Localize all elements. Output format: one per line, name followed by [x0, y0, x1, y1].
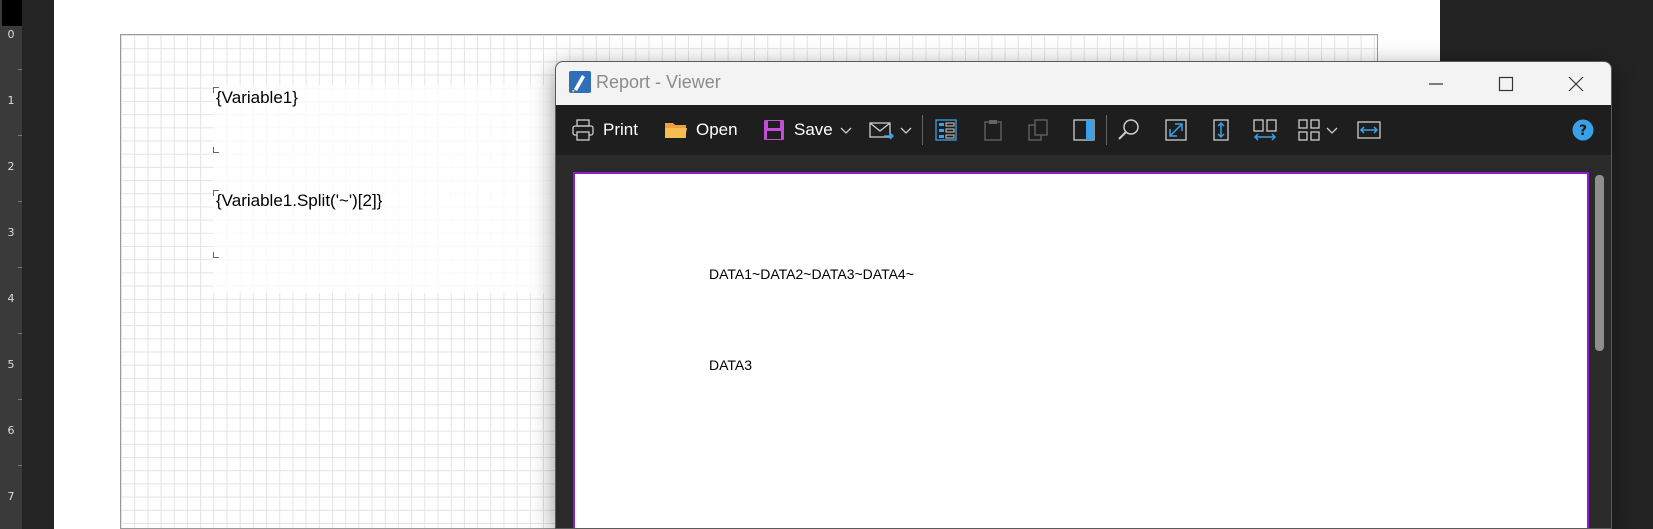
save-button[interactable]: Save: [762, 114, 853, 146]
output-line-2: DATA3: [709, 357, 753, 373]
find-button[interactable]: [1117, 114, 1141, 146]
help-button[interactable]: ?: [1572, 114, 1594, 146]
minimize-icon: [1429, 82, 1443, 85]
print-button[interactable]: Print: [571, 114, 638, 146]
pages-icon: [1028, 119, 1048, 141]
clipboard-icon: [984, 120, 1002, 141]
ruler-number: 7: [7, 490, 15, 503]
vertical-ruler: 0 1 2 3 4 5 6 7: [0, 0, 22, 529]
ruler-number: 1: [7, 94, 15, 107]
ruler-number: 6: [7, 424, 15, 437]
maximize-button[interactable]: [1471, 62, 1541, 105]
field-variable1-split[interactable]: {Variable1.Split('~')[2]}: [216, 191, 382, 211]
component-corner: [213, 147, 219, 153]
ruler-origin: [2, 0, 22, 26]
output-line-1: DATA1~DATA2~DATA3~DATA4~: [709, 266, 914, 282]
ruler-number: 3: [7, 226, 15, 239]
ruler-gutter: [22, 0, 54, 529]
open-button[interactable]: Open: [664, 114, 738, 146]
toolbar-separator: [922, 115, 923, 145]
title-bar[interactable]: Report - Viewer: [556, 62, 1611, 105]
viewer-toolbar: Print Open Save ?: [556, 105, 1611, 155]
help-icon: ?: [1572, 119, 1594, 141]
two-pages-icon: [1253, 119, 1277, 141]
svg-text:?: ?: [1579, 123, 1587, 139]
minimize-button[interactable]: [1401, 62, 1471, 105]
window-title: Report - Viewer: [596, 72, 721, 92]
open-label: Open: [696, 120, 738, 139]
fit-width-button[interactable]: [1356, 114, 1382, 146]
report-page: DATA1~DATA2~DATA3~DATA4~ DATA3: [573, 172, 1589, 528]
ruler-number: 0: [7, 28, 15, 41]
grid-view-icon: [1298, 119, 1320, 141]
folder-icon: [665, 123, 687, 138]
print-label: Print: [603, 120, 638, 139]
ruler-number: 2: [7, 160, 15, 173]
full-screen-button[interactable]: [1164, 114, 1188, 146]
bookmarks-button[interactable]: [934, 114, 958, 146]
app-icon: [569, 71, 591, 93]
expand-icon: [1165, 119, 1187, 141]
fit-width-icon: [1357, 121, 1381, 139]
chevron-down-icon: [900, 127, 912, 134]
toolbar-separator: [1106, 115, 1107, 145]
field-variable1[interactable]: {Variable1}: [216, 88, 298, 108]
report-preview-area[interactable]: DATA1~DATA2~DATA3~DATA4~ DATA3: [556, 155, 1611, 528]
search-icon: [1118, 119, 1139, 140]
ruler-number: 5: [7, 358, 15, 371]
view-mode-button[interactable]: [1297, 114, 1339, 146]
chevron-down-icon: [1326, 127, 1338, 134]
fit-height-icon: [1213, 119, 1229, 141]
zoom-page-height-button[interactable]: [1209, 114, 1233, 146]
close-icon: [1568, 76, 1584, 91]
band-top: [121, 35, 1379, 37]
zoom-page-width-button[interactable]: [1252, 114, 1278, 146]
bookmarks-icon: [935, 119, 957, 141]
parameters-button[interactable]: [981, 114, 1005, 146]
send-email-button[interactable]: [869, 114, 913, 146]
component-corner: [213, 252, 219, 258]
page-layout-icon: [1073, 119, 1095, 141]
ruler-number: 4: [7, 292, 15, 305]
editor-button[interactable]: [1072, 114, 1096, 146]
close-button[interactable]: [1541, 62, 1611, 105]
chevron-down-icon: [840, 127, 852, 134]
save-label: Save: [794, 120, 833, 139]
vertical-scrollbar[interactable]: [1595, 175, 1604, 351]
save-icon: [764, 120, 784, 140]
mail-icon: [869, 122, 895, 140]
thumbnails-button[interactable]: [1026, 114, 1050, 146]
printer-icon: [572, 119, 594, 141]
maximize-icon: [1498, 76, 1514, 91]
report-viewer-window[interactable]: Report - Viewer Print Open Save ? DATA1~…: [555, 61, 1612, 529]
